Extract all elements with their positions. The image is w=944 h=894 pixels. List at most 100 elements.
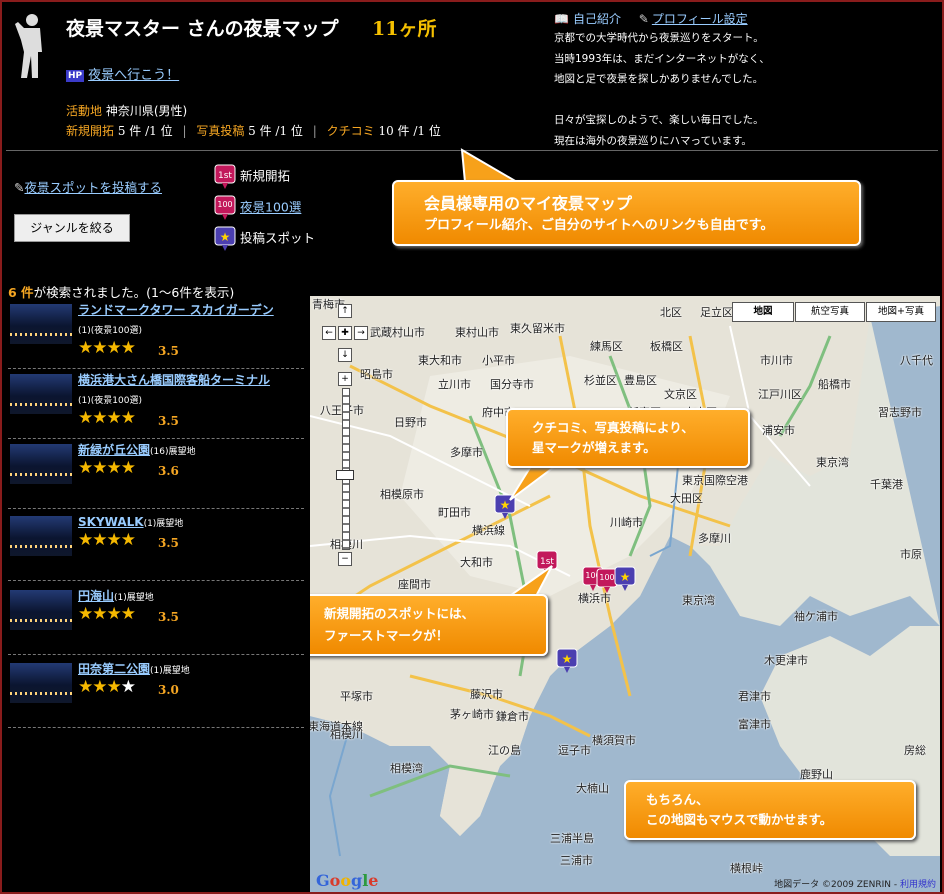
result-item[interactable]: SKYWALK(1)展望地 ★★★★ 3.5 <box>8 510 304 581</box>
rating-score: 3.6 <box>158 464 179 478</box>
spot-name-link[interactable]: 新緑が丘公園 <box>78 443 150 457</box>
map-place-label: 杉並区 <box>584 374 617 387</box>
result-item[interactable]: 新緑が丘公園(16)展望地 ★★★★ 3.6 <box>8 438 304 509</box>
spot-meta: (1)展望地 <box>150 666 190 676</box>
map-place-label: 三浦市 <box>560 854 593 867</box>
spot-count: 11ヶ所 <box>372 18 437 40</box>
genre-filter-button[interactable]: ジャンルを絞る <box>14 214 130 242</box>
star-marker-icon[interactable]: ★ <box>614 566 636 592</box>
rating-stars: ★★★★ <box>78 604 136 624</box>
pan-right-button[interactable]: → <box>354 326 368 340</box>
map-type-satellite-button[interactable]: 航空写真 <box>795 302 865 322</box>
self-intro-link[interactable]: 自己紹介 <box>573 12 621 26</box>
legend-item-first: 1st 新規開拓 <box>214 164 290 190</box>
result-item[interactable]: 円海山(1)展望地 ★★★★ 3.5 <box>8 584 304 655</box>
map-place-label: 相模湾 <box>390 762 423 775</box>
map-place-label: 横根峠 <box>730 862 763 875</box>
map-type-map-button[interactable]: 地図 <box>732 302 794 322</box>
legend-link-100[interactable]: 夜景100選 <box>240 200 301 215</box>
map-place-label: 横浜線 <box>472 524 505 537</box>
result-item[interactable]: 横浜港大さん橋国際客船ターミナル (1)(夜景100選) ★★★★ 3.5 <box>8 368 304 439</box>
spot-name-link[interactable]: ランドマークタワー スカイガーデン <box>78 303 274 317</box>
legend-item-star: ★ 投稿スポット <box>214 226 315 252</box>
star-marker-icon: ★ <box>214 226 236 251</box>
post-spot-row: ✎夜景スポットを投稿する <box>14 177 162 196</box>
spot-thumbnail[interactable] <box>10 590 72 630</box>
zoom-out-button[interactable]: − <box>338 552 352 566</box>
terms-link[interactable]: 利用規約 <box>900 880 936 890</box>
map-place-label: 平塚市 <box>340 690 373 703</box>
spot-name-link[interactable]: SKYWALK <box>78 515 144 529</box>
map-place-label: 八千代 <box>900 354 933 367</box>
map-place-label: 東村山市 <box>455 326 499 339</box>
homepage-link[interactable]: 夜景へ行こう！ <box>88 68 179 83</box>
zoom-slider-handle[interactable] <box>336 470 354 480</box>
star-marker-icon[interactable]: ★ <box>556 648 578 674</box>
stat-value: 5 件 /1 位 <box>248 124 303 138</box>
spot-thumbnail[interactable] <box>10 516 72 556</box>
spot-thumbnail[interactable] <box>10 304 72 344</box>
stat-label: クチコミ <box>326 124 375 138</box>
user-stats: 新規開拓 5 件 /1 位 | 写真投稿 5 件 /1 位 | クチコミ 10 … <box>66 122 441 139</box>
svg-text:1st: 1st <box>218 171 232 181</box>
map-place-label: 木更津市 <box>764 654 808 667</box>
spot-meta: (1)展望地 <box>114 593 154 603</box>
map-place-label: 大和市 <box>460 556 493 569</box>
map-place-label: 君津市 <box>738 690 771 703</box>
map-place-label: 江の島 <box>488 744 521 757</box>
spot-thumbnail[interactable] <box>10 444 72 484</box>
bio-line <box>554 90 934 111</box>
result-item[interactable]: ランドマークタワー スカイガーデン (1)(夜景100選) ★★★★ 3.5 <box>8 298 304 369</box>
page-frame: 夜景マスター さんの夜景マップ 11ヶ所 HP 夜景へ行こう！ 活動地 神奈川県(… <box>0 0 944 894</box>
spot-thumbnail[interactable] <box>10 374 72 414</box>
zoom-in-button[interactable]: + <box>338 372 352 386</box>
map-place-label: 日野市 <box>394 416 427 429</box>
profile-settings-link[interactable]: プロフィール設定 <box>652 12 748 26</box>
map-place-label: 東海道本線 <box>310 720 363 733</box>
pan-down-button[interactable]: ↓ <box>338 348 352 362</box>
svg-text:100: 100 <box>599 573 614 582</box>
member-map-callout: 会員様専用のマイ夜景マップ プロフィール紹介、ご自分のサイトへのリンクも自由です… <box>392 180 861 246</box>
callout-text: もちろん、 <box>646 792 709 807</box>
rating-stars: ★★★★ <box>78 458 136 478</box>
pan-up-button[interactable]: ↑ <box>338 304 352 318</box>
profile-links: 📖 自己紹介 ✎ プロフィール設定 <box>554 10 748 27</box>
zoom-slider[interactable] <box>342 388 350 550</box>
pan-left-button[interactable]: ← <box>322 326 336 340</box>
callout-title: 会員様専用のマイ夜景マップ <box>424 194 633 213</box>
spot-thumbnail[interactable] <box>10 663 72 703</box>
map-place-label: 千葉港 <box>870 478 903 491</box>
hp-icon: HP <box>66 69 85 82</box>
rating-score: 3.0 <box>158 683 179 697</box>
drag-map-callout: もちろん、 この地図もマウスで動かせます。 <box>624 780 916 840</box>
map-view[interactable]: 青梅市 武蔵村山市 東村山市 東久留米市 練馬区 板橋区 足立区 北区 市川市 八千代 昭島市 東大和… <box>310 296 940 892</box>
map-place-label: 三浦半島 <box>550 832 594 845</box>
callout-pointer <box>460 148 521 183</box>
map-place-label: 逗子市 <box>558 744 591 757</box>
map-place-label: 習志野市 <box>878 406 922 419</box>
post-spot-link[interactable]: 夜景スポットを投稿する <box>24 180 162 195</box>
map-place-label: 多摩市 <box>450 446 483 459</box>
map-place-label: 市川市 <box>760 354 793 367</box>
callout-text: ファーストマークが！ <box>324 628 449 643</box>
result-item[interactable]: 田奈第二公園(1)展望地 ★★★★ 3.0 <box>8 657 304 728</box>
spot-name-link[interactable]: 横浜港大さん橋国際客船ターミナル <box>78 373 270 387</box>
map-place-label: 東京湾 <box>682 594 715 607</box>
bio-line: 日々が宝探しのようで、楽しい毎日でした。 <box>554 114 764 126</box>
stat-value: 10 件 /1 位 <box>378 124 441 138</box>
map-place-label: 昭島市 <box>360 368 393 381</box>
stat-label: 新規開拓 <box>66 124 115 138</box>
person-silhouette-icon <box>15 14 42 78</box>
spot-name-link[interactable]: 円海山 <box>78 589 114 603</box>
pan-center-button[interactable]: ✚ <box>338 326 352 340</box>
map-place-label: 東大和市 <box>418 354 462 367</box>
callout-text: クチコミ、写真投稿により、 <box>532 420 694 435</box>
svg-text:★: ★ <box>620 570 631 584</box>
map-type-hybrid-button[interactable]: 地図+写真 <box>866 302 936 322</box>
review-callout: クチコミ、写真投稿により、 星マークが増えます。 <box>506 408 750 468</box>
map-place-label: 東京湾 <box>816 456 849 469</box>
pencil-icon: ✎ <box>638 12 649 26</box>
rating-stars: ★★★★ <box>78 408 136 428</box>
spot-name-link[interactable]: 田奈第二公園 <box>78 662 150 676</box>
map-place-label: 茅ヶ崎市 <box>450 708 494 721</box>
